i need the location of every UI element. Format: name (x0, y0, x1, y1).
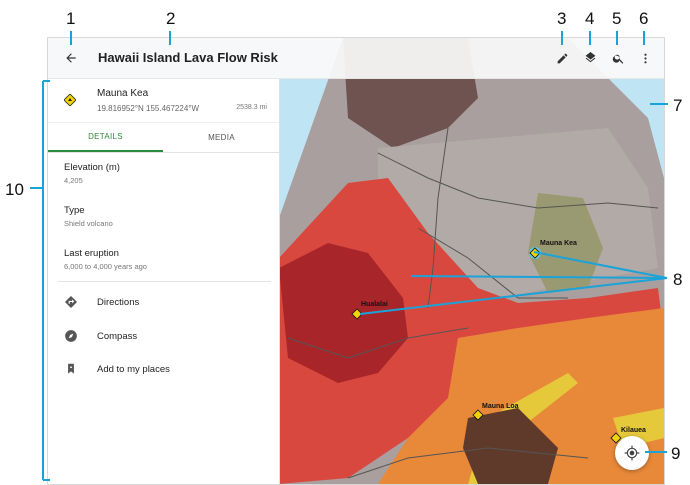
attribute-label: Last eruption (64, 248, 119, 259)
attribute-value: Shield volcano (64, 219, 113, 228)
callout-7: 7 (673, 96, 683, 115)
divider (58, 281, 271, 282)
search-icon (612, 54, 623, 64)
callout-5: 5 (612, 9, 622, 28)
callout-2: 2 (166, 9, 176, 28)
callout-4: 4 (585, 9, 595, 28)
map-marker-label: Mauna Kea (540, 240, 577, 247)
tab-media[interactable]: MEDIA (164, 123, 279, 152)
directions-icon (65, 296, 77, 308)
more-button[interactable] (635, 48, 655, 68)
place-coordinates: 19.816952°N 155.467224°W (97, 104, 200, 113)
app-window: Mauna Kea Hualalai Mauna Loa Kilauea Haw… (47, 37, 665, 485)
attribute-label: Elevation (m) (64, 162, 120, 173)
map-marker-label: Mauna Loa (482, 403, 519, 410)
callout-3: 3 (557, 9, 567, 28)
app-title: Hawaii Island Lava Flow Risk (98, 50, 278, 65)
place-name: Mauna Kea (97, 88, 149, 99)
attribute-value: 4,205 (64, 176, 83, 185)
action-add-to-my-places[interactable]: Add to my places (48, 359, 279, 381)
more-vert-icon (643, 53, 647, 63)
callout-10: 10 (5, 180, 24, 199)
place-header: Mauna Kea 19.816952°N 155.467224°W 2538.… (48, 78, 279, 122)
callout-6: 6 (639, 9, 649, 28)
compass-icon (65, 330, 77, 342)
volcano-marker-icon (64, 94, 76, 106)
tab-details[interactable]: DETAILS (48, 123, 163, 152)
map-marker-label: Hualalai (361, 301, 388, 308)
bookmark-icon (68, 363, 74, 374)
callout-9: 9 (671, 444, 681, 463)
edit-button[interactable] (552, 48, 572, 68)
back-button[interactable] (61, 48, 81, 68)
action-label: Compass (97, 331, 138, 342)
action-label: Directions (97, 297, 140, 308)
attribute-last-eruption: Last eruption 6,000 to 4,000 years ago (64, 248, 147, 271)
action-directions[interactable]: Directions (48, 292, 279, 314)
callout-1: 1 (66, 9, 76, 28)
arrow-back-icon (66, 53, 76, 63)
layers-icon (585, 51, 595, 62)
my-location-icon (624, 445, 640, 461)
my-location-button[interactable] (615, 436, 649, 470)
layers-button[interactable] (580, 48, 600, 68)
tab-bar: DETAILS MEDIA (48, 122, 279, 153)
map-marker-label: Kilauea (621, 427, 646, 434)
attribute-elevation: Elevation (m) 4,205 (64, 162, 120, 185)
search-button[interactable] (608, 48, 628, 68)
attribute-value: 6,000 to 4,000 years ago (64, 262, 147, 271)
app-toolbar: Hawaii Island Lava Flow Risk (48, 38, 664, 79)
pencil-icon (557, 53, 567, 63)
action-label: Add to my places (97, 364, 170, 375)
attribute-label: Type (64, 205, 85, 216)
place-distance: 2538.3 mi (236, 104, 267, 111)
details-panel: Mauna Kea 19.816952°N 155.467224°W 2538.… (48, 78, 280, 484)
callout-8: 8 (673, 270, 683, 289)
attribute-type: Type Shield volcano (64, 205, 113, 228)
action-compass[interactable]: Compass (48, 326, 279, 348)
